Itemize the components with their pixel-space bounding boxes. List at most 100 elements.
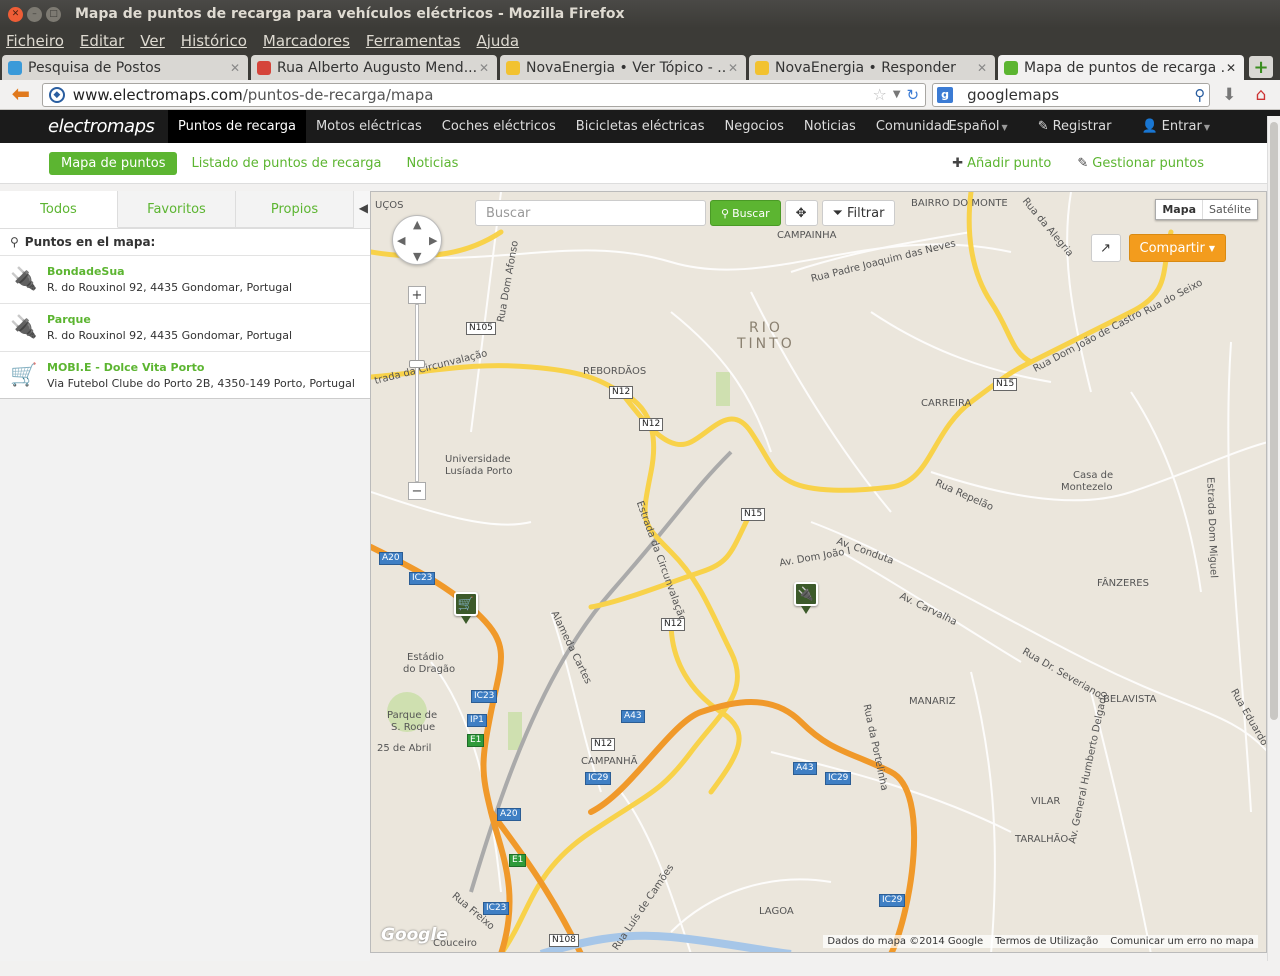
- map-label: Montezelo: [1061, 482, 1113, 493]
- language-selector[interactable]: Español ▼: [949, 119, 1008, 134]
- register-link[interactable]: ✎ Registrar: [1038, 119, 1112, 134]
- browser-tab[interactable]: Pesquisa de Postos ✕: [2, 55, 248, 80]
- scrollbar-thumb[interactable]: [1270, 122, 1278, 720]
- pan-left-icon[interactable]: ◀: [397, 234, 405, 247]
- list-item[interactable]: 🛒 MOBI.E - Dolce Vita Porto Via Futebol …: [0, 351, 370, 399]
- road-shield: N12: [661, 618, 686, 631]
- point-name[interactable]: Parque: [47, 313, 292, 326]
- manage-points-link[interactable]: ✎ Gestionar puntos: [1077, 156, 1204, 171]
- bookmark-star-icon[interactable]: ☆: [872, 85, 886, 104]
- locate-me-button[interactable]: ✥: [784, 200, 818, 226]
- search-engine-icon[interactable]: g: [937, 86, 954, 103]
- cart-icon: 🛒: [10, 362, 38, 388]
- road-shield: N15: [993, 378, 1018, 391]
- site-identity-icon[interactable]: ◆: [48, 86, 65, 103]
- browser-tab[interactable]: NovaEnergia • Ver Tópico - ... ✕: [500, 55, 746, 80]
- map-label: CARREIRA: [921, 398, 972, 409]
- close-tab-icon[interactable]: ✕: [477, 61, 491, 75]
- zoom-in-button[interactable]: +: [408, 286, 426, 304]
- map-search-input[interactable]: Buscar: [475, 200, 706, 226]
- close-tab-icon[interactable]: ✕: [975, 61, 989, 75]
- browser-tab[interactable]: NovaEnergia • Responder ✕: [749, 55, 995, 80]
- menu-historico[interactable]: Histórico: [181, 32, 247, 50]
- maximize-window-icon[interactable]: □: [46, 6, 61, 22]
- crosshair-icon: ✥: [795, 205, 807, 221]
- list-item[interactable]: 🔌 BondadeSua R. do Rouxinol 92, 4435 Gon…: [0, 255, 370, 303]
- navigation-bar: ⬅ ◆ www.electromaps.com/puntos-de-recarg…: [0, 80, 1280, 110]
- subnav-mapa-de-puntos[interactable]: Mapa de puntos: [49, 151, 178, 175]
- map-label: TARALHÃO: [1015, 834, 1069, 845]
- page-scrollbar[interactable]: [1267, 116, 1280, 961]
- url-bar[interactable]: ◆ www.electromaps.com/puntos-de-recarga/…: [41, 82, 927, 107]
- home-icon[interactable]: ⌂: [1248, 85, 1274, 105]
- electromaps-logo[interactable]: electromaps: [0, 110, 168, 143]
- add-point-link[interactable]: ✚ Añadir punto: [952, 156, 1051, 171]
- pan-control[interactable]: ▲ ▼ ◀ ▶: [392, 215, 442, 265]
- share-link-icon[interactable]: ↗: [1090, 234, 1121, 262]
- terms-link[interactable]: Termos de Utilização: [995, 936, 1098, 947]
- url-text[interactable]: www.electromaps.com/puntos-de-recarga/ma…: [73, 86, 867, 104]
- filter-button[interactable]: ⏷ Filtrar: [821, 200, 896, 226]
- report-error-link[interactable]: Comunicar um erro no mapa: [1110, 936, 1254, 947]
- nav-noticias[interactable]: Noticias: [794, 110, 866, 143]
- close-tab-icon[interactable]: ✕: [726, 61, 740, 75]
- zoom-slider-track[interactable]: [415, 304, 419, 482]
- map-label: UÇOS: [375, 200, 404, 211]
- tab-propios[interactable]: Propios: [236, 191, 354, 228]
- point-address: Via Futebol Clube do Porto 2B, 4350-149 …: [47, 376, 355, 390]
- map-type-toggle: Mapa Satélite: [1155, 199, 1258, 220]
- history-dropdown-icon[interactable]: ▼: [893, 89, 901, 100]
- login-dropdown[interactable]: 👤 Entrar ▼: [1141, 119, 1210, 134]
- point-name[interactable]: BondadeSua: [47, 265, 292, 278]
- nav-comunidad[interactable]: Comunidad: [866, 110, 960, 143]
- zoom-out-button[interactable]: −: [408, 482, 426, 500]
- minimize-window-icon[interactable]: –: [27, 6, 42, 22]
- road-shield: N108: [549, 934, 579, 947]
- map-type-map[interactable]: Mapa: [1156, 200, 1202, 219]
- map-search-button[interactable]: ⚲ Buscar: [710, 200, 781, 226]
- zoom-slider-handle[interactable]: [409, 360, 425, 368]
- search-icon[interactable]: ⚲: [1194, 86, 1205, 104]
- share-button[interactable]: Compartir ▼: [1128, 234, 1226, 262]
- nav-bicicletas-electricas[interactable]: Bicicletas eléctricas: [566, 110, 715, 143]
- back-arrow-icon[interactable]: ⬅: [6, 82, 36, 107]
- close-tab-icon[interactable]: ✕: [228, 61, 242, 75]
- search-bar[interactable]: g googlemaps ⚲: [932, 82, 1211, 107]
- menu-marcadores[interactable]: Marcadores: [263, 32, 350, 50]
- subnav-noticias[interactable]: Noticias: [406, 156, 458, 171]
- nav-puntos-de-recarga[interactable]: Puntos de recarga: [168, 110, 306, 143]
- menu-editar[interactable]: Editar: [80, 32, 124, 50]
- collapse-panel-icon[interactable]: ◀: [359, 201, 368, 215]
- menu-ver[interactable]: Ver: [140, 32, 165, 50]
- chevron-down-icon: ▼: [1208, 243, 1215, 253]
- maps-icon: [257, 60, 271, 75]
- tab-label: NovaEnergia • Ver Tópico - ...: [526, 59, 726, 76]
- pan-up-icon[interactable]: ▲: [413, 218, 421, 231]
- nav-negocios[interactable]: Negocios: [715, 110, 794, 143]
- charging-point-marker[interactable]: 🔌: [794, 582, 818, 614]
- menu-ferramentas[interactable]: Ferramentas: [366, 32, 461, 50]
- tab-favoritos[interactable]: Favoritos: [118, 191, 236, 228]
- browser-tab-active[interactable]: Mapa de puntos de recarga ... ✕: [998, 55, 1244, 80]
- list-item[interactable]: 🔌 Parque R. do Rouxinol 92, 4435 Gondoma…: [0, 303, 370, 351]
- menu-ficheiro[interactable]: Ficheiro: [6, 32, 64, 50]
- subnav-listado[interactable]: Listado de puntos de recarga: [191, 156, 381, 171]
- map-canvas[interactable]: UÇOS CAMPAINHA BAIRRO DO MONTE Rua Padre…: [370, 191, 1267, 953]
- close-window-icon[interactable]: ✕: [8, 6, 23, 22]
- pan-right-icon[interactable]: ▶: [429, 234, 437, 247]
- nav-motos-electricas[interactable]: Motos eléctricas: [306, 110, 432, 143]
- point-name[interactable]: MOBI.E - Dolce Vita Porto: [47, 361, 355, 374]
- reload-icon[interactable]: ↻: [907, 86, 920, 104]
- nav-coches-electricos[interactable]: Coches eléctricos: [432, 110, 566, 143]
- tab-todos[interactable]: Todos: [0, 191, 118, 228]
- browser-tab[interactable]: Rua Alberto Augusto Mend... ✕: [251, 55, 497, 80]
- close-tab-icon[interactable]: ✕: [1224, 61, 1238, 75]
- search-input[interactable]: googlemaps: [967, 86, 1194, 104]
- map-type-satellite[interactable]: Satélite: [1202, 200, 1257, 219]
- downloads-icon[interactable]: ⬇: [1216, 85, 1242, 105]
- new-tab-button[interactable]: +: [1249, 56, 1273, 78]
- charging-point-marker[interactable]: 🛒: [454, 592, 478, 624]
- pan-down-icon[interactable]: ▼: [413, 250, 421, 263]
- menu-ajuda[interactable]: Ajuda: [476, 32, 519, 50]
- map-label: MANARIZ: [909, 696, 956, 707]
